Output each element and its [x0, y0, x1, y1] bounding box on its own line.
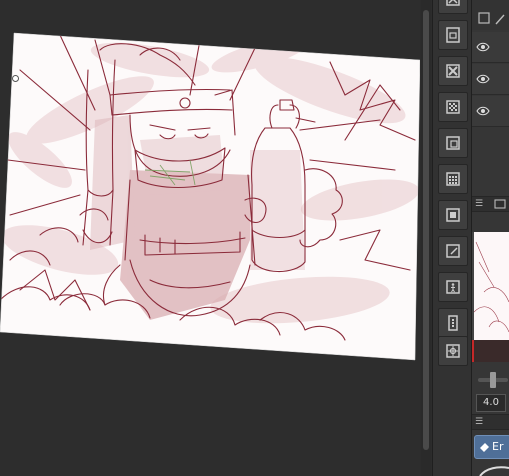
canvas-vertical-scrollbar[interactable]	[421, 0, 431, 476]
grid-icon[interactable]	[438, 164, 468, 194]
screen-icon[interactable]	[438, 200, 468, 230]
navigator-frame[interactable]	[472, 340, 509, 362]
eye-icon[interactable]	[476, 72, 490, 86]
new-layer-icon[interactable]	[478, 12, 492, 26]
layer-row[interactable]	[472, 64, 509, 95]
file-icon[interactable]	[438, 20, 468, 50]
layer-row[interactable]	[472, 96, 509, 127]
layer-row[interactable]	[472, 32, 509, 63]
tool-label: Er	[492, 440, 504, 453]
layer-icon[interactable]	[438, 0, 468, 14]
navigator-preview[interactable]	[474, 232, 509, 340]
menu-icon[interactable]: ☰	[475, 417, 485, 427]
right-panel: ☰ 4.0 ☰ Er	[472, 0, 509, 476]
tool-panel-header: ☰	[472, 414, 509, 430]
canvas-area[interactable]	[0, 0, 420, 476]
command-bar	[432, 0, 472, 476]
navigator-panel[interactable]	[472, 232, 509, 362]
drawing-canvas[interactable]	[0, 0, 420, 476]
panel-header: ☰	[472, 196, 509, 212]
clear-icon[interactable]	[438, 56, 468, 86]
eraser-tool-button[interactable]: Er	[474, 435, 509, 459]
zoom-slider-handle[interactable]	[490, 372, 496, 388]
figure-icon[interactable]	[438, 272, 468, 302]
frame-icon[interactable]	[438, 128, 468, 158]
zoom-value[interactable]: 4.0	[476, 394, 506, 412]
ruler-icon[interactable]	[438, 308, 468, 338]
brush-preview	[479, 466, 509, 476]
scrollbar-thumb[interactable]	[423, 10, 429, 450]
layer-toolbar	[472, 0, 509, 30]
eye-icon[interactable]	[476, 40, 490, 54]
menu-icon[interactable]: ☰	[475, 199, 485, 209]
pattern-icon[interactable]	[438, 92, 468, 122]
eraser-icon	[480, 443, 489, 452]
target-icon[interactable]	[438, 336, 468, 366]
panel-tab-icon[interactable]	[494, 199, 506, 209]
app-window: ☰ 4.0 ☰ Er	[0, 0, 509, 476]
pen-icon[interactable]	[494, 12, 508, 26]
edit-icon[interactable]	[438, 236, 468, 266]
eye-icon[interactable]	[476, 104, 490, 118]
brush-cursor	[12, 75, 19, 82]
